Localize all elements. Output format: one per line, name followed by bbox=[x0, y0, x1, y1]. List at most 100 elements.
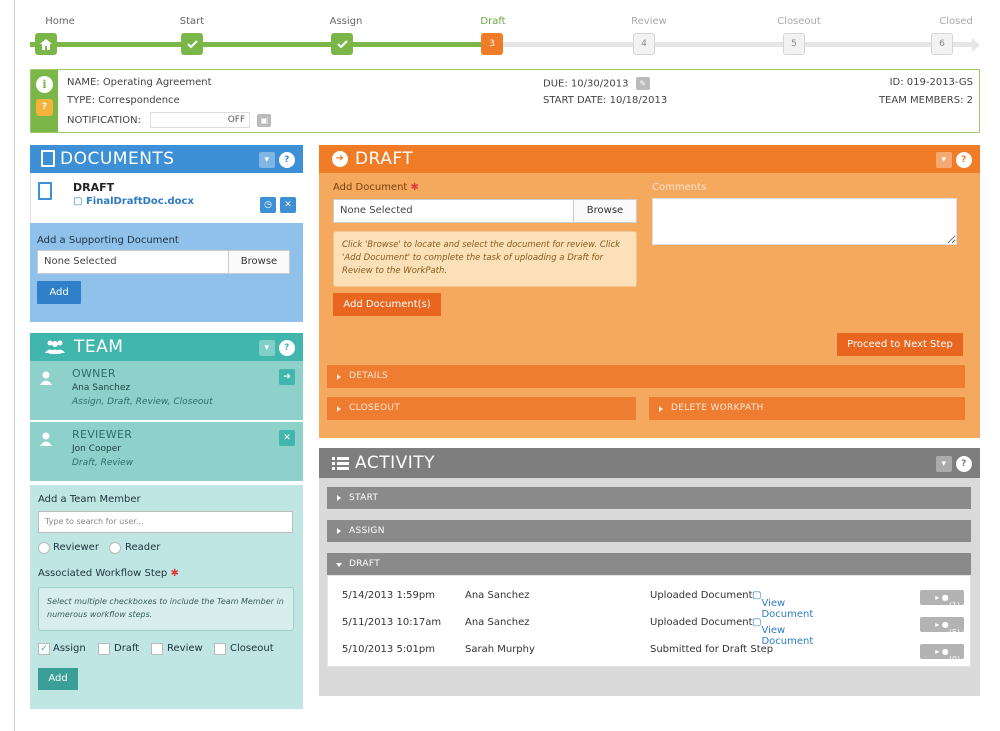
closeout-section[interactable]: CLOSEOUT bbox=[327, 397, 636, 420]
help-icon[interactable]: ? bbox=[279, 340, 295, 356]
step-home[interactable] bbox=[35, 33, 57, 55]
workpath-info: i ? NAME: Operating Agreement TYPE: Corr… bbox=[30, 69, 980, 133]
checkbox-assign-label: Assign bbox=[53, 643, 86, 654]
team-member-owner: OWNER Ana Sanchez Assign, Draft, Review,… bbox=[30, 361, 303, 421]
step-label-start: Start bbox=[179, 16, 205, 27]
documents-title: DOCUMENTS bbox=[60, 149, 175, 169]
supporting-browse-button[interactable]: Browse bbox=[228, 250, 290, 274]
checkbox-draft[interactable] bbox=[98, 643, 110, 655]
supporting-file-field[interactable]: None Selected bbox=[37, 250, 229, 274]
info-icon[interactable]: i bbox=[36, 76, 53, 93]
activity-action: Uploaded Document bbox=[650, 590, 753, 601]
remove-member-icon[interactable]: ✕ bbox=[279, 430, 295, 446]
user-icon bbox=[40, 432, 52, 446]
comments-button[interactable]: ▸ ● (5) bbox=[920, 617, 964, 637]
collapse-icon[interactable]: ▾ bbox=[259, 340, 275, 356]
comments-button[interactable]: ▸ ● (1) bbox=[920, 590, 964, 610]
add-supporting-label: Add a Supporting Document bbox=[37, 235, 179, 246]
arrow-circle-icon: ➜ bbox=[332, 151, 348, 167]
activity-section-start[interactable]: START bbox=[327, 487, 971, 509]
notification-toggle[interactable]: OFF bbox=[150, 112, 251, 128]
edit-icon[interactable]: ✎ bbox=[635, 77, 650, 90]
member-role: OWNER bbox=[72, 367, 116, 380]
checkbox-closeout-label: Closeout bbox=[230, 643, 274, 654]
step-closeout[interactable]: 5 bbox=[783, 33, 805, 55]
section-label: START bbox=[349, 493, 379, 503]
help-icon[interactable]: ? bbox=[36, 99, 53, 116]
add-documents-button[interactable]: Add Document(s) bbox=[333, 293, 441, 316]
add-supporting-button[interactable]: Add bbox=[37, 281, 81, 304]
workflow-hint: Select multiple checkboxes to include th… bbox=[38, 587, 294, 631]
expand-arrow-icon bbox=[337, 374, 341, 380]
step-label-draft: Draft bbox=[480, 16, 506, 27]
reader-radio[interactable] bbox=[109, 542, 121, 554]
save-icon[interactable]: ▣ bbox=[257, 113, 272, 127]
expand-arrow-icon bbox=[659, 406, 663, 412]
check-icon bbox=[186, 39, 198, 48]
draft-hint: Click 'Browse' to locate and select the … bbox=[333, 231, 637, 287]
add-member-label: Add a Team Member bbox=[38, 494, 141, 505]
info-due: DUE: 10/30/2013 bbox=[543, 78, 629, 90]
add-member-button[interactable]: Add bbox=[38, 668, 78, 690]
home-icon bbox=[40, 38, 52, 50]
collapse-icon[interactable]: ▾ bbox=[259, 152, 275, 168]
delete-workpath-section[interactable]: DELETE WORKPATH bbox=[649, 397, 965, 420]
user-search-input[interactable]: Type to search for user... bbox=[38, 511, 293, 533]
step-draft[interactable]: 3 bbox=[481, 33, 503, 55]
current-document: DRAFT ▢ FinalDraftDoc.docx ◷ ✕ bbox=[30, 173, 303, 223]
team-member-reviewer: REVIEWER Jon Cooper Draft, Review ✕ bbox=[30, 422, 303, 482]
details-section[interactable]: DETAILS bbox=[327, 365, 965, 388]
comments-button[interactable]: ▸ ● (0) bbox=[920, 644, 964, 664]
comments-label: Comments bbox=[652, 182, 707, 193]
track-end-arrow bbox=[972, 38, 980, 52]
help-icon[interactable]: ? bbox=[956, 456, 972, 472]
comment-count: (0) bbox=[948, 655, 961, 664]
activity-title: ACTIVITY bbox=[355, 453, 436, 473]
list-icon bbox=[332, 457, 349, 470]
remove-document-icon[interactable]: ✕ bbox=[280, 197, 296, 213]
activity-section-assign[interactable]: ASSIGN bbox=[327, 520, 971, 542]
history-icon[interactable]: ◷ bbox=[260, 197, 276, 213]
workflow-stepper: Home Start Assign Draft Review Closeout … bbox=[24, 14, 980, 58]
document-file-link[interactable]: ▢ FinalDraftDoc.docx bbox=[73, 196, 194, 207]
help-icon[interactable]: ? bbox=[279, 152, 295, 168]
view-document-link[interactable]: ▢ View Document bbox=[752, 617, 813, 647]
transfer-icon[interactable]: ➜ bbox=[279, 369, 295, 385]
collapse-arrow-icon bbox=[336, 563, 342, 567]
add-supporting-document: Add a Supporting Document None Selected … bbox=[30, 223, 303, 322]
step-label-closeout: Closeout bbox=[777, 16, 821, 27]
draft-panel: ➜ DRAFT ▾ ? Add Document ✱ None Selected… bbox=[319, 145, 980, 438]
checkbox-review[interactable] bbox=[151, 643, 163, 655]
draft-file-field[interactable]: None Selected bbox=[333, 199, 574, 223]
draft-browse-button[interactable]: Browse bbox=[573, 199, 637, 223]
documents-panel: DOCUMENTS ▾ ? DRAFT ▢ FinalDraftDoc.docx… bbox=[30, 145, 303, 322]
activity-table: 5/14/2013 1:59pm Ana Sanchez Uploaded Do… bbox=[327, 575, 971, 667]
comments-textarea[interactable] bbox=[652, 198, 957, 245]
reviewer-radio[interactable] bbox=[38, 542, 50, 554]
activity-section-draft[interactable]: DRAFT bbox=[327, 553, 971, 575]
closeout-label: CLOSEOUT bbox=[349, 403, 401, 413]
info-type: TYPE: Correspondence bbox=[67, 95, 180, 106]
checkbox-closeout[interactable] bbox=[214, 643, 226, 655]
notification-label: NOTIFICATION: bbox=[67, 115, 141, 126]
step-closed[interactable]: 6 bbox=[931, 33, 953, 55]
member-name: Ana Sanchez bbox=[72, 383, 131, 393]
details-label: DETAILS bbox=[349, 371, 389, 381]
activity-action: Uploaded Document bbox=[650, 617, 753, 628]
step-review[interactable]: 4 bbox=[633, 33, 655, 55]
view-document-link[interactable]: ▢ View Document bbox=[752, 590, 813, 620]
expand-arrow-icon bbox=[337, 528, 341, 534]
collapse-icon[interactable]: ▾ bbox=[936, 152, 952, 168]
step-label-home: Home bbox=[45, 16, 75, 27]
collapse-icon[interactable]: ▾ bbox=[936, 456, 952, 472]
proceed-next-step-button[interactable]: Proceed to Next Step bbox=[837, 333, 963, 356]
step-start[interactable] bbox=[181, 33, 203, 55]
table-row: 5/14/2013 1:59pm Ana Sanchez Uploaded Do… bbox=[328, 582, 972, 620]
users-icon bbox=[45, 340, 65, 354]
help-icon[interactable]: ? bbox=[956, 152, 972, 168]
reader-radio-label: Reader bbox=[125, 542, 161, 553]
step-assign[interactable] bbox=[331, 33, 353, 55]
checkbox-assign[interactable]: ✓ bbox=[38, 643, 50, 655]
workflow-step-label: Associated Workflow Step ✱ bbox=[38, 568, 179, 579]
reviewer-radio-label: Reviewer bbox=[53, 542, 99, 553]
